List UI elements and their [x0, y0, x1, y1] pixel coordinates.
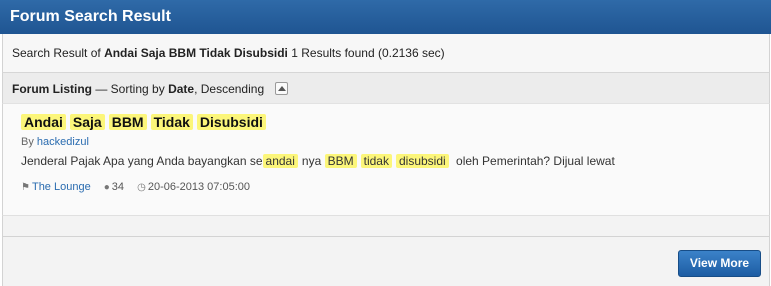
result-snippet: Jenderal Pajak Apa yang Anda bayangkan s…: [21, 154, 615, 168]
result-author-line: By hackedizul: [21, 136, 89, 148]
snippet-highlight: BBM: [324, 154, 357, 168]
view-more-button[interactable]: View More: [678, 250, 761, 277]
author-link[interactable]: hackedizul: [37, 136, 89, 148]
page-header: Forum Search Result: [0, 0, 771, 34]
snippet-text: oleh Pemerintah? Dijual lewat: [456, 154, 615, 168]
post-date: 20-06-2013 07:05:00: [147, 181, 250, 193]
title-word: BBM: [108, 114, 147, 130]
section-divider: [2, 215, 770, 237]
listing-label: Forum Listing: [12, 82, 92, 96]
forum-meta: ⚑ The Lounge: [21, 181, 94, 193]
result-meta: ⚑ The Lounge ● 34 ◷ 20-06-2013 07:05:00: [21, 181, 260, 193]
snippet-highlight: tidak: [360, 154, 392, 168]
snippet-highlight: disubsidi: [395, 154, 449, 168]
by-label: By: [21, 136, 34, 148]
title-word: Andai: [21, 114, 66, 130]
title-word: Disubsidi: [196, 114, 266, 130]
snippet-highlight: andai: [262, 154, 298, 168]
header-title: Forum Search Result: [10, 8, 171, 25]
snippet-text: nya: [301, 154, 322, 168]
search-summary: Search Result of Andai Saja BBM Tidak Di…: [2, 34, 770, 72]
date-meta: ◷ 20-06-2013 07:05:00: [137, 181, 250, 193]
search-result-item: Andai Saja BBM Tidak Disubsidi By hackedizul…: [2, 104, 770, 215]
clock-icon: ◷: [137, 182, 146, 193]
forum-link[interactable]: The Lounge: [32, 181, 91, 193]
reply-count: 34: [111, 181, 125, 193]
results-footer: View More: [2, 237, 770, 286]
title-word: Tidak: [150, 114, 193, 130]
collapse-icon[interactable]: [275, 82, 289, 96]
comment-icon: ●: [103, 182, 110, 193]
sort-order: , Descending: [194, 82, 265, 96]
sort-prefix: — Sorting by: [95, 82, 165, 96]
summary-results: 1 Results found (0.2136 sec): [291, 46, 445, 60]
replies-meta: ● 34: [104, 181, 127, 193]
summary-prefix: Search Result of: [12, 46, 101, 60]
sort-field: Date: [168, 82, 195, 96]
result-title-link[interactable]: Andai Saja BBM Tidak Disubsidi: [21, 114, 270, 130]
forum-listing-header: Forum Listing — Sorting by Date, Descend…: [2, 72, 770, 104]
summary-query: Andai Saja BBM Tidak Disubsidi: [104, 46, 288, 60]
snippet-text: Jenderal Pajak Apa yang Anda bayangkan s…: [21, 154, 263, 168]
tag-icon: ⚑: [21, 182, 30, 193]
title-word: Saja: [69, 114, 105, 130]
